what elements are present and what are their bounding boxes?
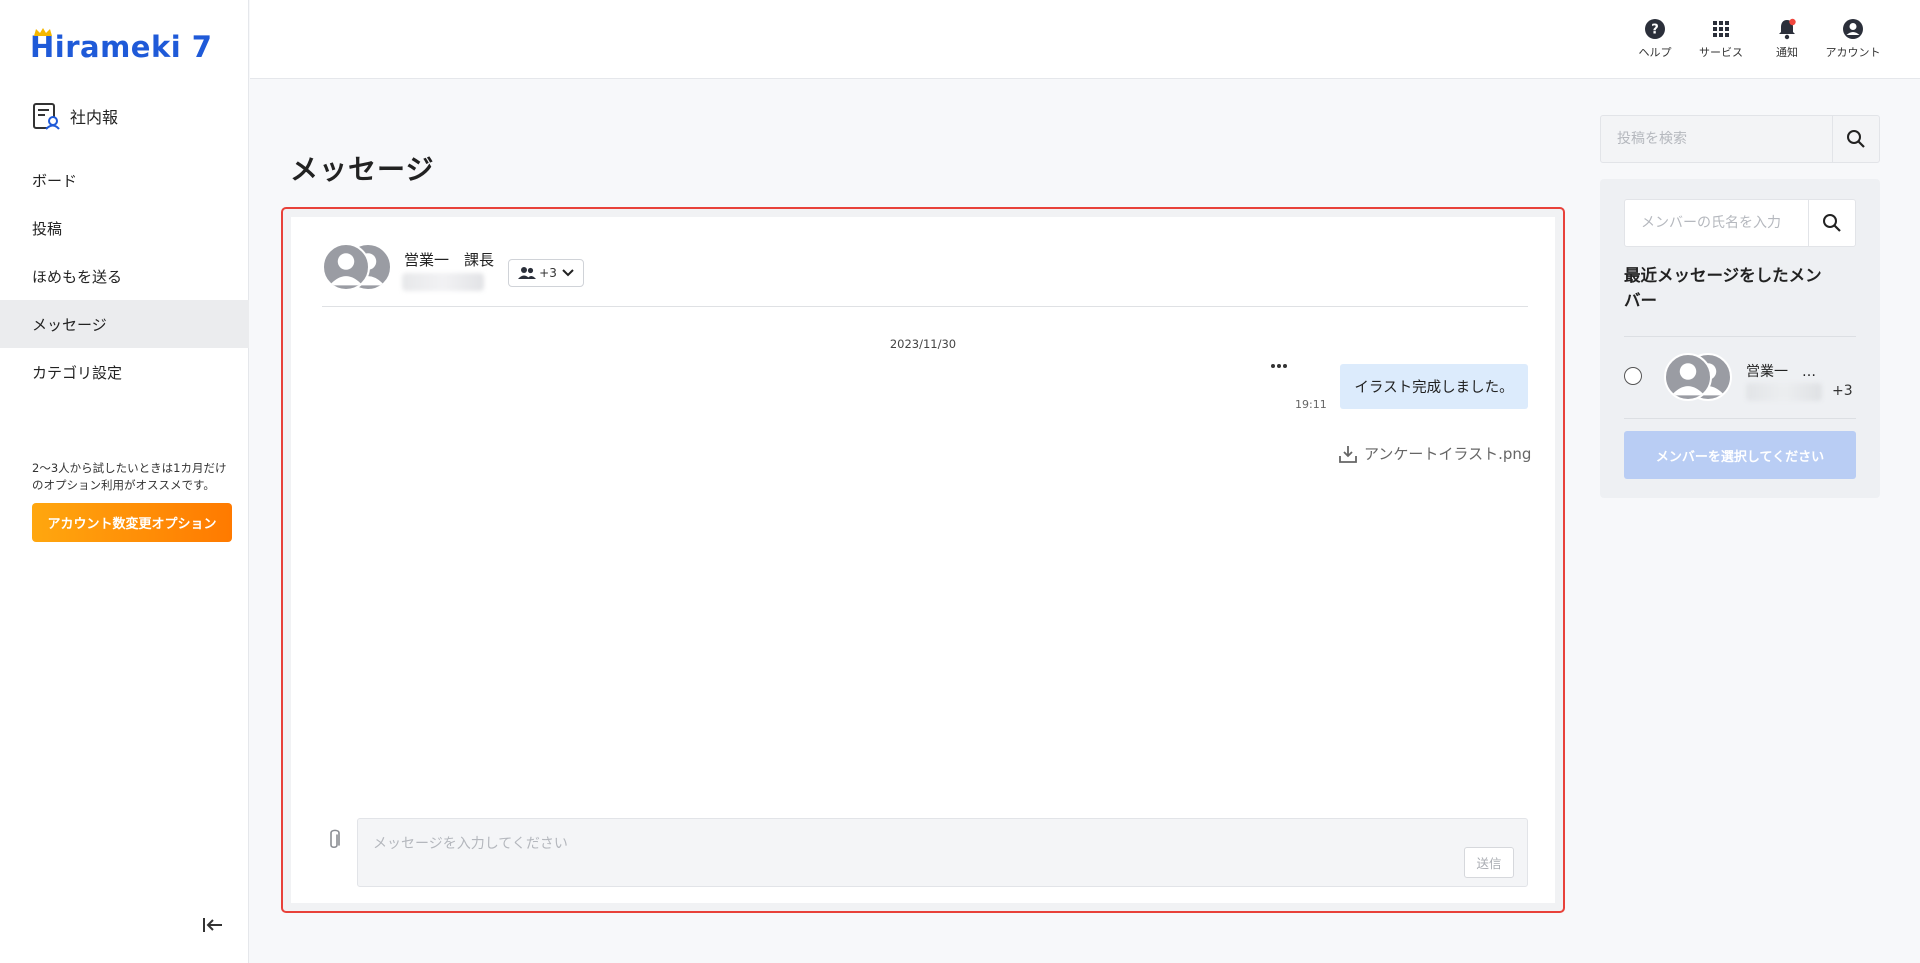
services-label: サービス [1699,46,1743,59]
chat-header: 営業一 課長 +3 [322,217,1528,307]
logo-text: Hirameki 7 [30,30,213,64]
post-search-button[interactable] [1832,116,1879,162]
message-panel-highlight: 営業一 課長 +3 2023/11/30 19:11 イラスト完成しました。 ア… [281,207,1565,913]
sidebar-item-messages[interactable]: メッセージ [0,300,249,348]
group-icon [518,267,537,279]
dot [1271,364,1275,368]
member-extra-count: +3 [1832,383,1853,399]
post-search [1600,115,1880,163]
select-members-button[interactable]: メンバーを選択してください [1624,431,1856,479]
sidebar-item-board[interactable]: ボード [0,156,249,204]
account-button[interactable]: アカウント [1825,18,1881,60]
send-button[interactable]: 送信 [1464,847,1514,878]
avatar [1664,353,1712,401]
collapse-left-icon[interactable] [200,913,224,937]
help-label: ヘルプ [1638,46,1672,59]
help-button[interactable]: ? ヘルプ [1629,18,1681,60]
recent-member-row[interactable]: 営業一 … +3 [1624,337,1856,419]
account-label: アカウント [1825,46,1881,59]
member-search-input[interactable] [1625,200,1810,246]
message-bubble: イラスト完成しました。 [1340,364,1528,409]
chevron-down-icon [562,269,574,277]
help-icon: ? [1645,19,1665,39]
date-separator: 2023/11/30 [889,337,957,351]
svg-text:?: ? [1651,23,1659,38]
attachment-download-link[interactable]: アンケートイラスト.png [1338,443,1531,464]
notification-badge [1789,18,1796,26]
post-search-input[interactable] [1601,116,1833,162]
member-search [1624,199,1856,247]
app-logo[interactable]: Hirameki 7 [30,28,213,64]
member-radio[interactable] [1624,367,1642,385]
user-silhouette-icon [329,253,363,286]
member-select-card: 最近メッセージをしたメンバー 営業一 … +3 メンバーを選択してください [1600,179,1880,498]
sidebar: Hirameki 7 社内報 ボード 投稿 ほめもを送る メッセージ カテゴリ設… [0,0,249,963]
notification-label: 通知 [1776,46,1798,59]
message-input[interactable] [357,818,1528,887]
notification-button[interactable]: 通知 [1761,18,1813,60]
member-name: 営業一 … [1746,364,1816,380]
bell-icon [1779,18,1796,40]
message-more-button[interactable] [1267,357,1291,375]
members-dropdown[interactable]: +3 [508,259,584,287]
blurred-subtitle [1746,383,1822,401]
participant-avatars [322,243,392,293]
recent-members-title: 最近メッセージをしたメンバー [1624,266,1822,310]
participant-name: 営業一 課長 [404,251,495,269]
promo-text: 2〜3人から試したいときは1カ月だけのオプション利用がオススメです。 [32,461,227,492]
account-option-button[interactable]: アカウント数変更オプション [32,503,232,542]
product-name: 社内報 [70,108,119,127]
sidebar-item-send-praise[interactable]: ほめもを送る [0,252,249,300]
blurred-subtitle [402,273,484,291]
avatar [322,243,370,291]
attachment-filename: アンケートイラスト.png [1364,445,1532,463]
search-icon [1847,130,1865,148]
search-icon [1823,214,1841,232]
message-time: 19:11 [1295,398,1327,411]
grid-icon [1713,21,1729,37]
top-header: ? ヘルプ サービス 通知 アカウント [250,0,1920,79]
sidebar-nav: ボード 投稿 ほめもを送る メッセージ カテゴリ設定 [0,156,249,396]
newsletter-icon [33,103,60,130]
dot [1283,364,1287,368]
members-count: +3 [539,266,557,280]
member-search-button[interactable] [1808,200,1855,246]
page-title: メッセージ [290,153,435,186]
message-panel: 営業一 課長 +3 2023/11/30 19:11 イラスト完成しました。 ア… [291,217,1555,903]
paperclip-icon[interactable] [326,828,342,852]
download-icon [1339,445,1357,463]
account-icon [1843,19,1863,39]
sidebar-item-posts[interactable]: 投稿 [0,204,249,252]
services-button[interactable]: サービス [1695,18,1747,60]
member-avatars [1664,353,1734,403]
crown-icon [34,28,52,36]
user-silhouette-icon [1671,363,1705,396]
divider [1624,418,1856,419]
product-title[interactable]: 社内報 [32,102,118,130]
header-actions: ? ヘルプ サービス 通知 アカウント [1629,18,1881,60]
dot [1277,364,1281,368]
sidebar-item-category-settings[interactable]: カテゴリ設定 [0,348,249,396]
